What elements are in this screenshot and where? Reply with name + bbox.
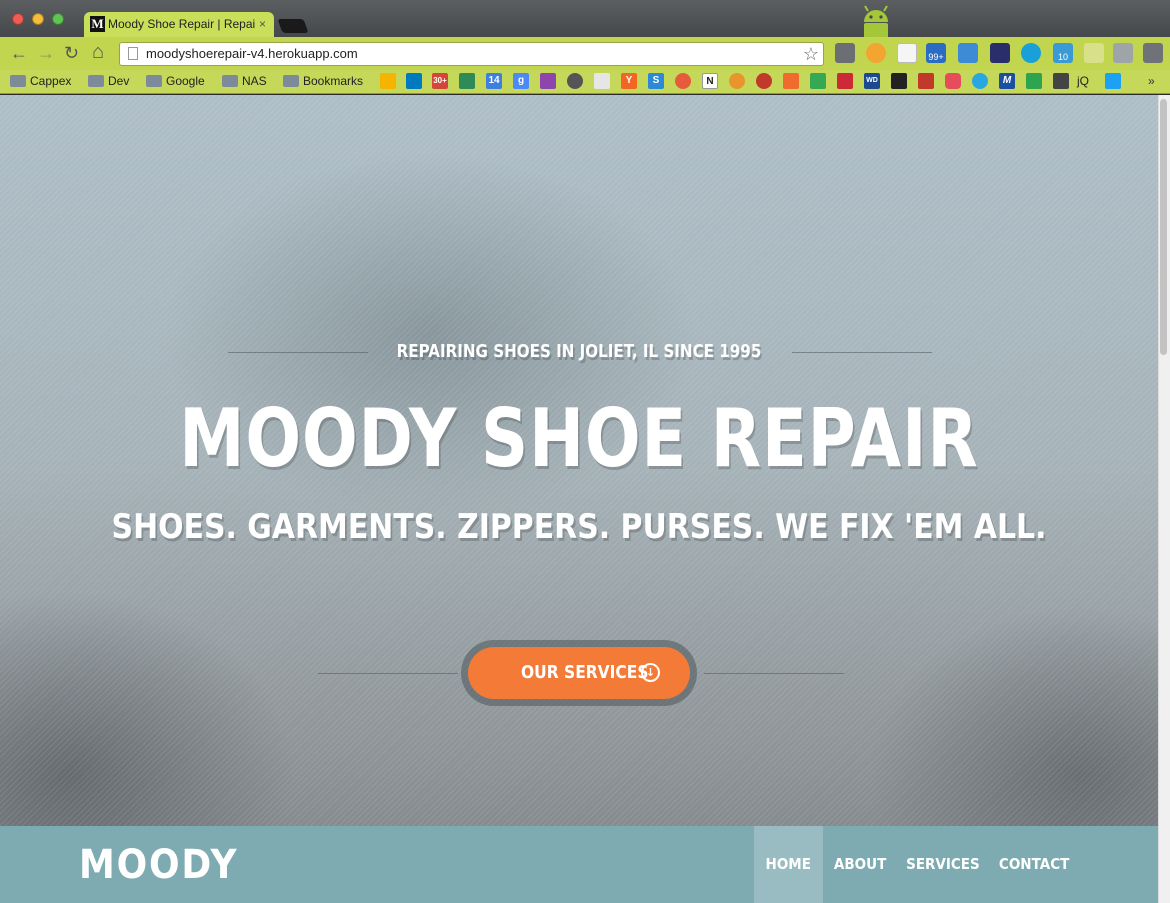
cta-rule-left [318, 673, 458, 674]
firefox-bookmark-icon[interactable] [729, 73, 745, 89]
slash-bookmark-icon[interactable] [837, 73, 853, 89]
hero-tagline: REPAIRING SHOES IN JOLIET, IL SINCE 1995 [396, 341, 762, 362]
back-icon[interactable]: ← [10, 43, 28, 63]
android-mascot-icon [864, 5, 888, 38]
apple-bookmark-icon[interactable] [567, 73, 583, 89]
page-icon [128, 47, 138, 60]
m-bookmark-icon[interactable]: M [999, 73, 1015, 89]
js-extension-icon[interactable] [1084, 43, 1104, 63]
folder-icon [10, 75, 26, 87]
chart-bookmark-icon[interactable] [783, 73, 799, 89]
nav-home[interactable]: HOME [754, 826, 823, 903]
our-services-button[interactable]: OUR SERVICES ↓ [468, 647, 690, 699]
new-tab-button[interactable] [277, 19, 309, 33]
moody-favicon-icon: M [90, 16, 105, 32]
s-bookmark-icon[interactable]: S [648, 73, 664, 89]
nav-about[interactable]: ABOUT [826, 826, 894, 903]
arrow-down-circle-icon: ↓ [641, 663, 660, 682]
nav-services[interactable]: SERVICES [900, 826, 986, 903]
asterisk-extension-icon[interactable] [866, 43, 886, 63]
folder-icon [88, 75, 104, 87]
our-services-label: OUR SERVICES [520, 662, 649, 683]
browser-tab[interactable]: M Moody Shoe Repair | Repair × [84, 12, 274, 38]
pinwheel-bookmark-icon[interactable] [675, 73, 691, 89]
zoom-window-button[interactable] [52, 13, 64, 25]
gmail-bookmark-icon[interactable]: 30+ [432, 73, 448, 89]
reload-icon[interactable]: ↻ [64, 43, 79, 63]
evernote-bookmark-icon[interactable] [459, 73, 475, 89]
bookmarks-overflow-icon[interactable]: » [1148, 73, 1155, 89]
folder-icon [146, 75, 162, 87]
screen-extension-icon[interactable] [958, 43, 978, 63]
bookmark-folder-dev[interactable]: Dev [88, 73, 129, 89]
site-logo[interactable]: MOODY [79, 843, 238, 887]
nav-contact[interactable]: CONTACT [992, 826, 1076, 903]
bookmark-folder-cappex[interactable]: Cappex [10, 73, 71, 89]
folder-icon [222, 75, 238, 87]
address-bar[interactable]: moodyshoerepair-v4.herokuapp.com ☆ [119, 42, 824, 66]
bolt-bookmark-icon[interactable] [891, 73, 907, 89]
notion-bookmark-icon[interactable]: N [702, 73, 718, 89]
cta-rule-right [704, 673, 844, 674]
badge-extension-icon[interactable]: 99+ [926, 43, 946, 63]
hero-subtitle: SHOES. GARMENTS. ZIPPERS. PURSES. WE FIX… [111, 507, 1047, 547]
calendar-bookmark-icon[interactable]: 14 [486, 73, 502, 89]
yc-bookmark-icon[interactable]: Y [621, 73, 637, 89]
grid-extension-icon[interactable] [1113, 43, 1133, 63]
bookmark-star-icon[interactable]: ☆ [803, 43, 819, 65]
site-navbar: MOODY HOME ABOUT SERVICES CONTACT [0, 826, 1158, 903]
close-window-button[interactable] [12, 13, 24, 25]
browser-title-bar: M Moody Shoe Repair | Repair × [0, 0, 1170, 38]
ruby-bookmark-icon[interactable] [918, 73, 934, 89]
google-bookmark-icon[interactable]: g [513, 73, 529, 89]
folder-icon [283, 75, 299, 87]
bookmark-folder-bookmarks[interactable]: Bookmarks [283, 73, 363, 89]
scrollbar-thumb[interactable] [1160, 99, 1167, 355]
home-icon[interactable]: ⌂ [92, 42, 104, 62]
hero-title: MOODY SHOE REPAIR [179, 392, 979, 485]
drive-bookmark-icon[interactable] [810, 73, 826, 89]
minimize-window-button[interactable] [32, 13, 44, 25]
jquery-bookmark[interactable]: jQ [1063, 73, 1089, 89]
tab-title: Moody Shoe Repair | Repair [108, 17, 256, 31]
target-bookmark-icon[interactable] [756, 73, 772, 89]
bookmark-folder-google[interactable]: Google [146, 73, 205, 89]
twitter-bookmark-icon[interactable] [1105, 73, 1121, 89]
eye-extension-icon[interactable] [1021, 43, 1041, 63]
menu-icon[interactable] [1143, 43, 1163, 63]
wd-bookmark-icon[interactable]: WD [864, 73, 880, 89]
flag-bookmark-icon[interactable] [594, 73, 610, 89]
todo-extension-icon[interactable]: 10 [1053, 43, 1073, 63]
hero-section: REPAIRING SHOES IN JOLIET, IL SINCE 1995… [0, 95, 1158, 903]
bookmark-folder-nas[interactable]: NAS [222, 73, 267, 89]
forward-icon[interactable]: → [37, 43, 55, 63]
pocket-extension-icon[interactable] [835, 43, 855, 63]
keep-bookmark-icon[interactable] [380, 73, 396, 89]
url-text: moodyshoerepair-v4.herokuapp.com [146, 46, 358, 61]
tab-close-icon[interactable]: × [259, 12, 266, 36]
trello-bookmark-icon[interactable] [406, 73, 422, 89]
play-bookmark-icon[interactable] [1026, 73, 1042, 89]
code-extension-icon[interactable] [897, 43, 917, 63]
cloud-bookmark-icon[interactable] [972, 73, 988, 89]
gauge-extension-icon[interactable] [990, 43, 1010, 63]
pocket-bookmark-icon[interactable] [945, 73, 961, 89]
q-bookmark-icon[interactable] [540, 73, 556, 89]
